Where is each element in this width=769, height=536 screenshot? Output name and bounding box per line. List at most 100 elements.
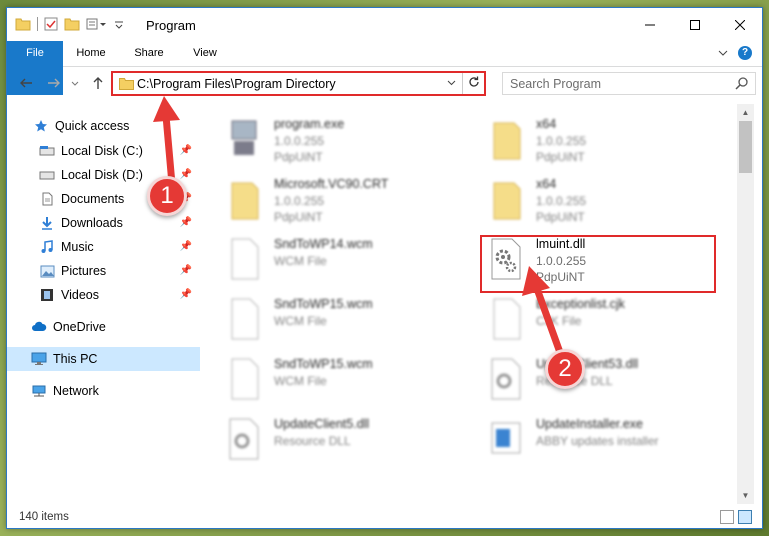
- file-item[interactable]: Microsoft.VC90.CRT 1.0.0.255 PdpUiNT: [212, 172, 452, 226]
- file-name: x64: [536, 177, 557, 191]
- forward-button[interactable]: [47, 76, 61, 93]
- file-type: WCM File: [274, 254, 327, 268]
- sidebar-item-label: Downloads: [61, 216, 123, 230]
- sidebar-item-network[interactable]: Network: [7, 379, 200, 403]
- star-icon: [33, 118, 49, 134]
- file-name: SndToWP14.wcm: [274, 237, 373, 251]
- item-count: 140 items: [19, 511, 69, 523]
- file-type: WCM File: [274, 374, 327, 388]
- ribbon-tabs: File Home Share View ?: [7, 41, 762, 95]
- sidebar-item-label: Music: [61, 240, 94, 254]
- cloud-icon: [31, 319, 47, 335]
- tab-share[interactable]: Share: [127, 41, 171, 66]
- network-icon: [31, 383, 47, 399]
- file-item[interactable]: SndToWP15.wcm WCM File: [212, 292, 452, 346]
- minimize-button[interactable]: [627, 8, 672, 41]
- file-version: 1.0.0.255: [536, 134, 587, 148]
- file-type: PdpUiNT: [274, 210, 323, 224]
- file-version: 1.0.0.255: [274, 194, 325, 208]
- folder-icon: [493, 122, 521, 160]
- navigation-bar: C:\Program Files\Program Directory Searc…: [7, 68, 762, 100]
- sidebar-item-label: Quick access: [55, 119, 130, 133]
- file-item[interactable]: SndToWP15.wcm WCM File: [212, 352, 452, 406]
- step-2-badge: 2: [545, 349, 585, 389]
- file-type: ABBY updates installer: [536, 434, 659, 448]
- up-button[interactable]: [91, 76, 105, 93]
- sidebar-item-label: Network: [53, 384, 99, 398]
- download-icon: [39, 215, 55, 231]
- file-type: PdpUiNT: [536, 150, 585, 164]
- pin-icon[interactable]: 📌: [180, 169, 192, 180]
- highlight-box: [480, 235, 716, 293]
- close-button[interactable]: [717, 8, 762, 41]
- maximize-button[interactable]: [672, 8, 717, 41]
- sidebar-item-videos[interactable]: Videos 📌: [7, 283, 200, 307]
- tab-home[interactable]: Home: [69, 41, 113, 66]
- sidebar-item-this-pc[interactable]: This PC: [7, 347, 200, 371]
- sidebar-item-quick-access[interactable]: Quick access: [7, 114, 200, 138]
- recent-locations-button[interactable]: [71, 76, 79, 93]
- installer-icon: [491, 422, 521, 454]
- folder-icon: [493, 182, 521, 220]
- file-item[interactable]: program.exe 1.0.0.255 PdpUiNT: [212, 112, 452, 166]
- file-item[interactable]: Exceptionlist.cjk CJK File: [474, 292, 714, 346]
- sidebar-item-label: Pictures: [61, 264, 107, 278]
- file-type: WCM File: [274, 314, 327, 328]
- sidebar-item-onedrive[interactable]: OneDrive: [7, 315, 200, 339]
- quick-access-toolbar: [15, 17, 124, 31]
- customize-qat-icon[interactable]: [86, 17, 108, 31]
- step-1-badge: 1: [147, 176, 187, 216]
- blank-file-icon: [493, 298, 521, 340]
- music-icon: [39, 239, 55, 255]
- file-name: UpdateClient5.dll: [274, 417, 370, 431]
- pin-icon[interactable]: 📌: [180, 265, 192, 276]
- file-item[interactable]: UpdateClient5.dll Resource DLL: [212, 412, 452, 466]
- file-name: Exceptionlist.cjk: [536, 297, 625, 311]
- address-dropdown[interactable]: [447, 75, 456, 92]
- pin-icon[interactable]: 📌: [180, 145, 192, 156]
- refresh-button[interactable]: [462, 73, 484, 94]
- tab-view[interactable]: View: [183, 41, 227, 66]
- details-view-icon[interactable]: [720, 510, 734, 524]
- help-icon[interactable]: ?: [738, 46, 752, 60]
- file-type: CJK File: [536, 314, 582, 328]
- file-item[interactable]: UpdateInstaller.exe ABBY updates install…: [474, 412, 714, 466]
- pin-icon[interactable]: 📌: [180, 289, 192, 300]
- dll-gear-file-icon: [491, 358, 521, 400]
- search-box[interactable]: Search Program: [502, 72, 756, 95]
- chevron-down-icon[interactable]: [114, 17, 124, 31]
- pin-icon[interactable]: 📌: [180, 217, 192, 228]
- navigation-pane: Quick access Local Disk (C:) 📌 Local Dis…: [7, 104, 203, 504]
- file-version: 1.0.0.255: [274, 134, 325, 148]
- view-toggle: [720, 510, 752, 524]
- scrollbar-thumb[interactable]: [739, 121, 752, 173]
- blank-file-icon: [231, 358, 259, 400]
- back-button[interactable]: [19, 76, 33, 93]
- scroll-down-icon[interactable]: ▼: [737, 487, 754, 504]
- folder-icon: [119, 78, 134, 90]
- exe-file-icon: [231, 120, 257, 155]
- pin-icon[interactable]: 📌: [180, 241, 192, 252]
- sidebar-item-local-disk-c[interactable]: Local Disk (C:) 📌: [7, 139, 200, 163]
- new-folder-icon[interactable]: [64, 17, 80, 31]
- tiles-view-icon[interactable]: [738, 510, 752, 524]
- file-item[interactable]: SndToWP14.wcm WCM File: [212, 232, 452, 286]
- file-item[interactable]: UpdateClient53.dll Resource DLL: [474, 352, 714, 406]
- address-bar[interactable]: C:\Program Files\Program Directory: [111, 71, 486, 96]
- vertical-scrollbar[interactable]: ▲ ▼: [737, 104, 754, 504]
- scroll-up-icon[interactable]: ▲: [737, 104, 754, 121]
- file-item[interactable]: x64 1.0.0.255 PdpUiNT: [474, 112, 714, 166]
- sidebar-item-pictures[interactable]: Pictures 📌: [7, 259, 200, 283]
- chevron-down-icon: [71, 81, 79, 86]
- sidebar-item-music[interactable]: Music 📌: [7, 235, 200, 259]
- dll-gear-file-icon: [229, 418, 259, 460]
- maximize-icon: [689, 19, 700, 30]
- address-path: C:\Program Files\Program Directory: [137, 77, 336, 91]
- expand-ribbon-icon[interactable]: [718, 48, 728, 58]
- file-type: PdpUiNT: [274, 150, 323, 164]
- monitor-icon: [31, 351, 47, 367]
- file-item[interactable]: x64 1.0.0.255 PdpUiNT: [474, 172, 714, 226]
- sidebar-item-label: Documents: [61, 192, 125, 206]
- properties-icon[interactable]: [44, 17, 58, 31]
- ribbon-right-controls: ?: [718, 46, 752, 60]
